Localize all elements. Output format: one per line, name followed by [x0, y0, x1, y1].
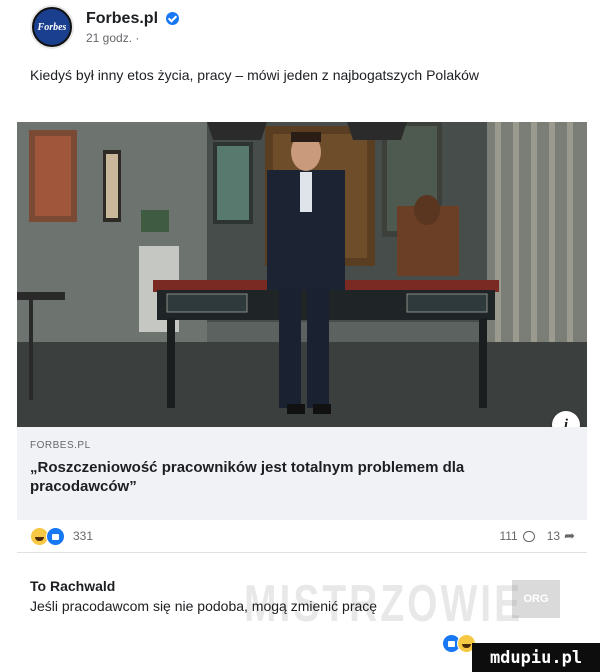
link-title: „Roszczeniowość pracowników jest totalny…	[30, 459, 465, 495]
comment-icon	[522, 530, 535, 542]
page-name-link[interactable]: Forbes.pl	[86, 10, 158, 28]
forbes-logo: Forbes	[34, 9, 70, 45]
share-count[interactable]: 13	[547, 529, 560, 543]
comment-author[interactable]: To Rachwald	[30, 578, 570, 594]
verified-badge-icon	[166, 12, 180, 25]
link-preview-box[interactable]: FORBES.PL „Roszczeniowość pracowników je…	[17, 427, 587, 520]
reaction-icons[interactable]	[30, 526, 65, 546]
office-photo	[17, 122, 587, 427]
comment: To Rachwald Jeśli pracodawcom się nie po…	[30, 578, 570, 614]
page-meta: Forbes.pl 21 godz. ·	[86, 10, 180, 45]
page-avatar[interactable]: Forbes	[30, 5, 74, 49]
reactions-bar: 331 111 13 ➦	[30, 525, 575, 547]
link-preview-image[interactable]	[17, 122, 587, 427]
divider	[17, 552, 587, 553]
share-icon: ➦	[564, 528, 575, 543]
comment-text: Jeśli pracodawcom się nie podoba, mogą z…	[30, 598, 378, 614]
post-timestamp[interactable]: 21 godz. ·	[86, 31, 179, 45]
site-watermark-badge: mdupiu.pl	[472, 643, 600, 672]
like-reaction-icon	[46, 526, 65, 546]
reaction-count[interactable]: 331	[73, 529, 93, 543]
comment-count[interactable]: 111	[499, 529, 517, 543]
engagement-counts: 111 13 ➦	[499, 528, 575, 544]
comment-reactions[interactable]	[442, 634, 476, 653]
post-header: Forbes Forbes.pl 21 godz. ·	[30, 4, 570, 50]
page-name-row: Forbes.pl	[86, 10, 180, 28]
post-text: Kiedyś był inny etos życia, pracy – mówi…	[30, 67, 479, 83]
link-domain: FORBES.PL	[30, 440, 91, 451]
